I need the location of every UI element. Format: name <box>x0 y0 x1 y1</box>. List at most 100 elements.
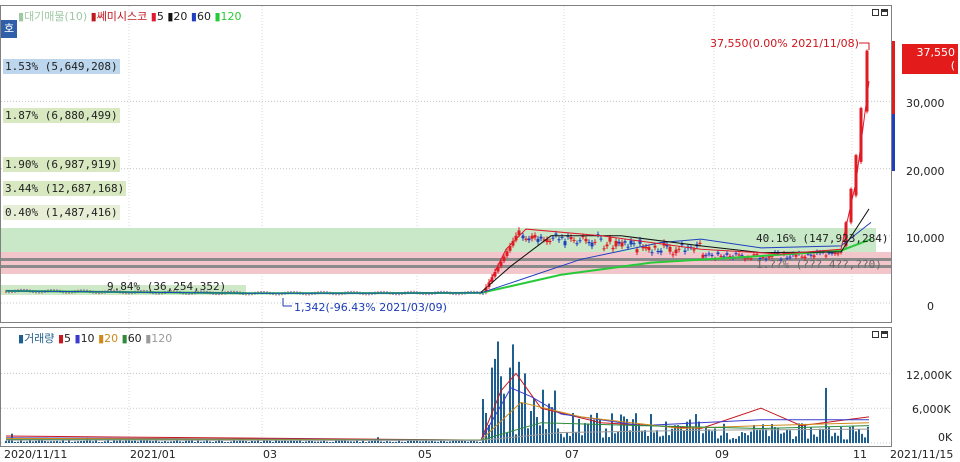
volume-bar <box>614 433 616 443</box>
volume-bar <box>464 441 466 443</box>
volume-bar <box>662 435 664 443</box>
volume-bar <box>98 442 100 443</box>
volume-bar <box>89 440 91 443</box>
volume-bar <box>143 440 145 443</box>
volume-bar <box>831 436 833 443</box>
price-range-up-bar <box>892 41 895 73</box>
volume-bar <box>738 436 740 443</box>
volume-chart-panel[interactable]: ▮거래량 ▮5 ▮10 ▮20 ▮60 ▮120 <box>0 327 892 447</box>
volume-bar <box>131 440 133 443</box>
volume-bar <box>635 413 637 443</box>
volume-bar <box>762 424 764 443</box>
price-candle <box>707 253 711 255</box>
volume-bar <box>443 441 445 443</box>
volume-bar <box>278 440 280 443</box>
volume-bar <box>446 441 448 443</box>
volume-bar <box>572 413 574 443</box>
volume-bar <box>302 441 304 443</box>
volume-bar <box>581 435 583 443</box>
volume-bar <box>554 390 556 443</box>
volume-bar <box>753 425 755 443</box>
maximize-icon[interactable] <box>881 331 888 338</box>
volume-band-label: 9.84% (36,254,352) <box>107 280 227 293</box>
minimize-icon[interactable] <box>872 9 879 16</box>
volume-bar <box>77 441 79 443</box>
volume-bar <box>569 436 571 443</box>
volume-bar <box>575 432 577 443</box>
volume-legend-label: 거래량 <box>24 332 55 345</box>
volume-bar <box>155 440 157 443</box>
volume-bar <box>711 431 713 443</box>
volume-bar <box>95 440 97 443</box>
volume-bar <box>80 441 82 443</box>
price-candle <box>650 252 654 254</box>
volume-bar <box>512 344 514 443</box>
side-tab[interactable]: 호 <box>1 20 17 38</box>
volume-bar <box>837 435 839 443</box>
volume-bar <box>702 433 704 443</box>
volume-bar <box>843 439 845 443</box>
price-candle <box>617 241 621 244</box>
price-chart-canvas[interactable] <box>1 6 891 322</box>
price-candle <box>668 246 672 252</box>
volume-bar <box>641 430 643 443</box>
volume-bar <box>38 440 40 443</box>
price-candle <box>557 239 561 241</box>
volume-bar <box>65 441 67 443</box>
price-candle <box>527 238 531 241</box>
volume-bar <box>656 430 658 443</box>
volume-bar <box>864 437 866 443</box>
volume-bar <box>521 402 523 443</box>
volume-bar <box>638 423 640 443</box>
volume-bar <box>729 439 731 443</box>
volume-bar <box>50 441 52 443</box>
volume-bar <box>323 440 325 443</box>
volume-bar <box>74 441 76 443</box>
volume-bar <box>107 440 109 443</box>
volume-axis: 12,000K 6,000K 0K <box>892 327 960 447</box>
volume-bar <box>182 441 184 443</box>
maximize-icon[interactable] <box>881 9 888 16</box>
volume-bar <box>239 440 241 443</box>
vma20-legend-label: 20 <box>104 332 119 345</box>
volume-band-label: 3.44% (12,687,168) <box>3 181 127 196</box>
volume-band-label: 1.??% (??? 4??,??0) <box>756 258 882 271</box>
price-chart-panel[interactable]: ▮대기매물(10) ▮쎄미시스코 ▮5 ▮20 ▮60 ▮120 호 1.53%… <box>0 5 892 323</box>
volume-bar <box>20 440 22 443</box>
volume-bar <box>822 428 824 443</box>
volume-bar <box>617 431 619 443</box>
volume-bar <box>497 341 499 443</box>
volume-band-label: 0.40% (1,487,416) <box>3 205 120 220</box>
stock-name-label: 쎄미시스코 <box>96 10 148 23</box>
volume-bar <box>584 423 586 443</box>
volume-bar <box>71 442 73 443</box>
price-candle <box>563 241 567 246</box>
volume-bar <box>215 441 217 443</box>
price-candle <box>671 254 675 256</box>
price-candle <box>710 255 714 257</box>
volume-bar <box>140 440 142 443</box>
volume-bar <box>644 430 646 443</box>
volume-bar <box>750 431 752 443</box>
volume-bar <box>368 441 370 443</box>
volume-bar <box>371 440 373 443</box>
minimize-icon[interactable] <box>872 331 879 338</box>
volume-bar <box>705 426 707 443</box>
price-candle <box>539 236 543 239</box>
x-axis-tick: 2020/11/11 <box>4 448 68 461</box>
price-candle <box>752 254 756 256</box>
volume-bar <box>47 441 49 443</box>
price-axis-tick: 10,000 <box>906 232 945 245</box>
volume-bar <box>834 432 836 443</box>
price-candle <box>572 239 576 241</box>
volume-bar <box>611 413 613 443</box>
volume-bar <box>242 440 244 443</box>
volume-bar <box>197 440 199 443</box>
volume-bar <box>659 436 661 443</box>
volume-bar <box>362 440 364 443</box>
price-candle <box>602 248 606 250</box>
volume-bar <box>260 441 262 443</box>
volume-bar <box>62 440 64 443</box>
price-candle <box>698 242 702 244</box>
volume-bar <box>708 429 710 443</box>
